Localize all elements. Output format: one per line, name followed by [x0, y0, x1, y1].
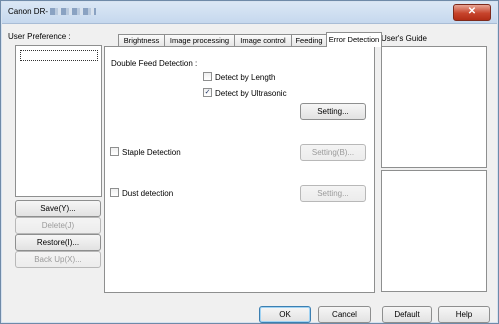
detect-by-length-checkbox[interactable]: Detect by Length — [203, 72, 276, 82]
staple-detection-label: Staple Detection — [122, 148, 181, 157]
staple-setting-button[interactable]: Setting(B)... — [300, 144, 366, 161]
dust-setting-button[interactable]: Setting... — [300, 185, 366, 202]
user-preference-list[interactable] — [15, 45, 102, 197]
default-button[interactable]: Default — [382, 306, 432, 323]
model-name-redacted — [50, 8, 97, 16]
tab-image-control[interactable]: Image control — [234, 34, 292, 46]
double-feed-title: Double Feed Detection : — [111, 59, 198, 68]
tab-image-processing[interactable]: Image processing — [164, 34, 235, 46]
delete-button[interactable]: Delete(J) — [15, 217, 101, 234]
save-button[interactable]: Save(Y)... — [15, 200, 101, 217]
window-title: Canon DR- — [8, 7, 97, 16]
detect-by-length-label: Detect by Length — [215, 73, 276, 82]
detect-by-ultrasonic-label: Detect by Ultrasonic — [215, 89, 287, 98]
dust-detection-checkbox[interactable]: Dust detection — [110, 188, 174, 198]
cancel-button[interactable]: Cancel — [318, 306, 371, 323]
checkbox-box-icon — [203, 72, 212, 82]
ok-button[interactable]: OK — [259, 306, 311, 323]
close-button[interactable]: ✕ — [453, 4, 491, 21]
users-guide-panel — [381, 46, 487, 168]
users-guide-preview — [381, 170, 487, 292]
tab-error-detection[interactable]: Error Detection — [326, 32, 382, 47]
list-item[interactable] — [20, 50, 98, 61]
checkbox-box-icon — [110, 147, 119, 157]
checkbox-box-icon — [110, 188, 119, 198]
tab-brightness[interactable]: Brightness — [118, 34, 165, 46]
title-bar: Canon DR- ✕ — [2, 2, 497, 24]
checkmark-icon: ✓ — [203, 88, 212, 98]
detect-by-ultrasonic-checkbox[interactable]: ✓ Detect by Ultrasonic — [203, 88, 287, 98]
dialog-window: Canon DR- ✕ User Preference : Save(Y)...… — [0, 0, 499, 324]
double-feed-setting-button[interactable]: Setting... — [300, 103, 366, 120]
tab-feeding[interactable]: Feeding — [291, 34, 327, 46]
help-button[interactable]: Help — [438, 306, 490, 323]
users-guide-label: User's Guide — [381, 34, 427, 43]
error-detection-page: Double Feed Detection : Detect by Length… — [104, 46, 375, 293]
restore-button[interactable]: Restore(I)... — [15, 234, 101, 251]
backup-button[interactable]: Back Up(X)... — [15, 251, 101, 268]
user-preference-label: User Preference : — [8, 32, 71, 41]
dust-detection-label: Dust detection — [122, 189, 174, 198]
staple-detection-checkbox[interactable]: Staple Detection — [110, 147, 181, 157]
